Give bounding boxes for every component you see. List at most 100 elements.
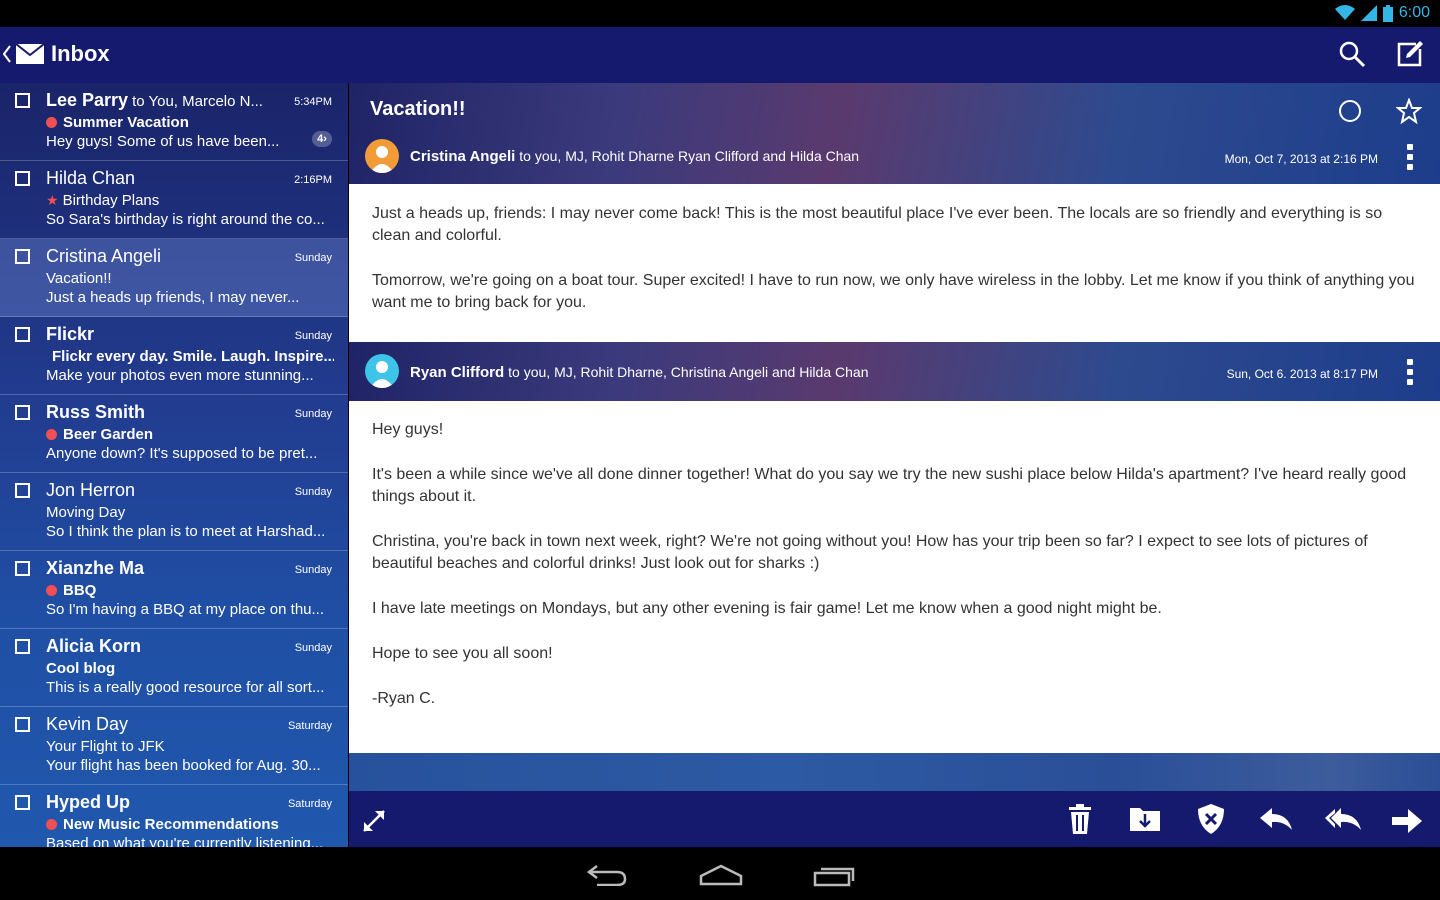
- select-checkbox[interactable]: [15, 327, 30, 342]
- battery-icon: [1382, 4, 1393, 22]
- forward-icon[interactable]: [1392, 809, 1422, 833]
- message-time: 5:34PM: [294, 96, 332, 108]
- trash-icon[interactable]: [1069, 804, 1091, 834]
- email-paragraph: It's been a while since we've all done d…: [372, 466, 1407, 505]
- move-to-folder-icon[interactable]: [1130, 804, 1160, 832]
- email-date: Mon, Oct 7, 2013 at 2:16 PM: [1224, 152, 1378, 166]
- message-header: Xianzhe Ma: [46, 558, 332, 580]
- message-sender: Hilda Chan: [46, 168, 136, 188]
- message-header: Jon Herron: [46, 480, 332, 502]
- search-icon[interactable]: [1338, 40, 1366, 68]
- message-sender: Russ Smith: [46, 402, 146, 422]
- list-item[interactable]: Hyped Up Saturday New Music Recommendation…: [0, 785, 348, 847]
- email-paragraph: Tomorrow, we're going on a boat tour. Su…: [372, 272, 1415, 311]
- list-item[interactable]: Lee Parry to You, Marcelo N... 5:34PM Summe…: [0, 83, 348, 161]
- avatar: [365, 354, 399, 388]
- more-options-icon[interactable]: [1407, 144, 1413, 174]
- bottom-action-bar: [349, 791, 1440, 847]
- email-sender[interactable]: Ryan Clifford: [410, 364, 504, 381]
- select-checkbox[interactable]: [15, 249, 30, 264]
- email-body: Just a heads up, friends: I may never co…: [349, 184, 1440, 342]
- message-time: Sunday: [294, 486, 332, 498]
- nav-back-icon[interactable]: [587, 864, 627, 886]
- message-preview: Your flight has been booked for Aug. 30.…: [46, 757, 321, 774]
- message-time: Sunday: [294, 252, 332, 264]
- message-subject-row: New Music Recommendations: [46, 816, 334, 833]
- email-recipients: to you, MJ, Rohit Dharne, Christina Ange…: [508, 364, 869, 380]
- star-icon: ★: [46, 192, 59, 208]
- message-subject: BBQ: [63, 582, 97, 599]
- background-strip: [349, 753, 1440, 791]
- list-item[interactable]: Xianzhe Ma Sunday BBQ So I'm having a BBQ a…: [0, 551, 348, 629]
- nav-recents-icon[interactable]: [813, 863, 855, 887]
- email-subject: Vacation!!: [370, 98, 466, 120]
- back-icon[interactable]: [3, 45, 11, 63]
- message-preview: Hey guys! Some of us have been...: [46, 133, 280, 150]
- message-subject-row: Your Flight to JFK: [46, 738, 334, 755]
- wifi-icon: [1334, 5, 1355, 20]
- select-checkbox[interactable]: [15, 405, 30, 420]
- person-icon: [370, 361, 394, 388]
- select-checkbox[interactable]: [15, 795, 30, 810]
- list-item[interactable]: Russ Smith Sunday Beer Garden Anyone down? …: [0, 395, 348, 473]
- message-header: Flickr: [46, 324, 332, 346]
- message-subject: Moving Day: [46, 504, 126, 521]
- person-icon: [370, 146, 394, 173]
- nav-home-icon[interactable]: [699, 864, 743, 886]
- unread-dot-icon: [46, 429, 57, 440]
- message-header: Alicia Korn: [46, 636, 332, 658]
- list-item[interactable]: Kevin Day Saturday Your Flight to JFK Your …: [0, 707, 348, 785]
- list-item[interactable]: Alicia Korn Sunday Cool blog This is a real…: [0, 629, 348, 707]
- star-icon[interactable]: [1396, 98, 1422, 124]
- action-bar: Inbox: [0, 27, 1440, 83]
- list-item[interactable]: Jon Herron Sunday Moving Day So I think the…: [0, 473, 348, 551]
- thread-count-icon[interactable]: 4›: [312, 131, 332, 147]
- email-recipients: to you, MJ, Rohit Dharne Ryan Clifford a…: [519, 148, 860, 164]
- message-list[interactable]: Lee Parry to You, Marcelo N... 5:34PM Summe…: [0, 83, 348, 847]
- page-title[interactable]: Inbox: [51, 41, 110, 67]
- reply-icon[interactable]: [1260, 808, 1292, 832]
- message-time: Sunday: [294, 642, 332, 654]
- message-preview: So I'm having a BBQ at my place on thu..…: [46, 601, 325, 618]
- email-date: Sun, Oct 6. 2013 at 8:17 PM: [1226, 367, 1378, 381]
- mark-read-icon[interactable]: [1339, 100, 1361, 122]
- expand-icon[interactable]: [361, 808, 387, 834]
- list-item[interactable]: Flickr Sunday Flickr every day. Smile. Lau…: [0, 317, 348, 395]
- more-options-icon[interactable]: [1407, 359, 1413, 389]
- message-preview: So Sara's birthday is right around the c…: [46, 211, 325, 228]
- message-subject-row: Flickr every day. Smile. Laugh. Inspire.…: [46, 348, 334, 365]
- compose-icon[interactable]: [1396, 40, 1424, 68]
- status-icons: 6:00: [1334, 4, 1430, 22]
- message-sender: Flickr: [46, 324, 95, 344]
- message-subject-row: Summer Vacation: [46, 114, 334, 131]
- message-subject: Flickr every day. Smile. Laugh. Inspire.…: [52, 348, 334, 365]
- mail-icon: [16, 44, 44, 64]
- message-preview: This is a really good resource for all s…: [46, 679, 325, 696]
- message-preview: So I think the plan is to meet at Harsha…: [46, 523, 326, 540]
- message-time: Sunday: [294, 564, 332, 576]
- message-subject-row: ★ Birthday Plans: [46, 192, 334, 209]
- email-paragraph: Hey guys!: [372, 421, 444, 438]
- message-time: Sunday: [294, 408, 332, 420]
- select-checkbox[interactable]: [15, 171, 30, 186]
- spam-shield-icon[interactable]: [1198, 804, 1224, 834]
- message-header: Cristina Angeli: [46, 246, 332, 268]
- message-header: Lee Parry to You, Marcelo N...: [46, 90, 332, 112]
- list-item[interactable]: Cristina Angeli Sunday Vacation!! Just a he…: [0, 239, 348, 317]
- message-time: Saturday: [287, 720, 332, 732]
- select-checkbox[interactable]: [15, 483, 30, 498]
- select-checkbox[interactable]: [15, 639, 30, 654]
- select-checkbox[interactable]: [15, 93, 30, 108]
- list-item[interactable]: Hilda Chan 2:16PM ★ Birthday Plans So Sara's…: [0, 161, 348, 239]
- email-sender[interactable]: Cristina Angeli: [410, 148, 515, 165]
- reply-all-icon[interactable]: [1325, 808, 1361, 832]
- message-subject-row: BBQ: [46, 582, 334, 599]
- message-sender: Hyped Up: [46, 792, 131, 812]
- message-subject-row: Vacation!!: [46, 270, 334, 287]
- select-checkbox[interactable]: [15, 561, 30, 576]
- message-subject: Birthday Plans: [62, 192, 160, 209]
- message-time: 2:16PM: [294, 174, 332, 186]
- select-checkbox[interactable]: [15, 717, 30, 732]
- message-subject: Summer Vacation: [63, 114, 189, 131]
- email-paragraph: Hope to see you all soon!: [372, 645, 553, 662]
